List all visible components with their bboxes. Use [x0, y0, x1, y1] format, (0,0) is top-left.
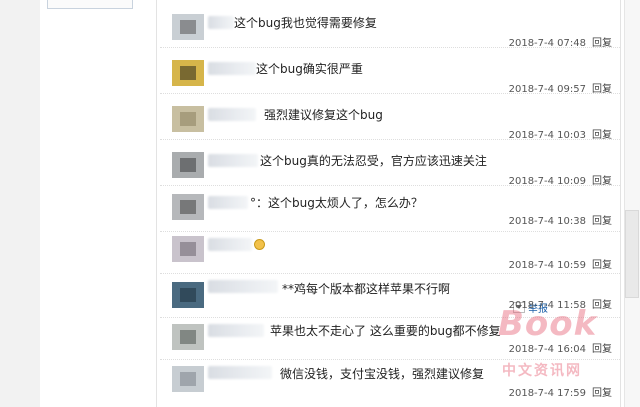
scrollbar-thumb[interactable] — [625, 210, 639, 298]
reply-time: 2018-7-4 10:09 — [508, 176, 586, 187]
reply-time: 2018-7-4 07:48 — [508, 38, 586, 49]
reply-meta: 2018-7-4 11:58 回复 — [509, 300, 612, 312]
reply-button[interactable]: 回复 — [592, 300, 612, 311]
username[interactable] — [208, 196, 248, 209]
reply-meta: 2018-7-4 16:04 回复 — [509, 344, 612, 356]
reply-content: 强烈建议修复这个bug — [264, 108, 383, 122]
avatar[interactable] — [172, 106, 204, 132]
reply-item: 这个bug确实很严重 2018-7-4 09:57 回复 — [160, 50, 620, 96]
reply-meta: 2018-7-4 17:59 回复 — [509, 388, 612, 400]
avatar[interactable] — [172, 236, 204, 262]
reply-item: 苹果也太不走心了 这么重要的bug都不修复 2018-7-4 16:04 回复 — [160, 316, 620, 360]
reply-meta: 2018-7-4 10:38 回复 — [509, 216, 612, 228]
reply-item: °：这个bug太烦人了，怎么办？ 2018-7-4 10:38 回复 — [160, 188, 620, 232]
reply-item: 2018-7-4 10:59 回复 — [160, 230, 620, 274]
reply-time: 2018-7-4 10:59 — [508, 260, 586, 271]
reply-meta: 2018-7-4 07:48 回复 — [509, 38, 612, 50]
reply-item: 强烈建议修复这个bug 2018-7-4 10:03 回复 — [160, 96, 620, 142]
reply-time: 2018-7-4 17:59 — [508, 388, 586, 399]
reply-item: **鸡每个版本都这样苹果不行啊 举报 2018-7-4 11:58 回复 — [160, 274, 620, 318]
reply-button[interactable]: 回复 — [592, 344, 612, 355]
reply-item: 这个bug我也觉得需要修复 2018-7-4 07:48 回复 — [160, 4, 620, 50]
header-box — [47, 0, 133, 9]
reply-button[interactable]: 回复 — [592, 388, 612, 399]
avatar[interactable] — [172, 14, 204, 40]
username[interactable] — [208, 108, 256, 121]
reply-button[interactable]: 回复 — [592, 260, 612, 271]
avatar[interactable] — [172, 282, 204, 308]
reply-time: 2018-7-4 11:58 — [508, 300, 586, 311]
reply-time: 2018-7-4 10:38 — [508, 216, 586, 227]
scrollbar-track[interactable] — [624, 0, 640, 407]
reply-content — [254, 238, 265, 252]
reply-button[interactable]: 回复 — [592, 216, 612, 227]
username[interactable] — [208, 366, 272, 379]
reply-button[interactable]: 回复 — [592, 130, 612, 141]
avatar[interactable] — [172, 60, 204, 86]
reply-content: 微信没钱，支付宝没钱，强烈建议修复 — [280, 367, 485, 381]
username[interactable] — [208, 62, 256, 75]
left-panel — [0, 0, 40, 407]
reply-meta: 2018-7-4 10:09 回复 — [509, 176, 612, 188]
reply-button[interactable]: 回复 — [592, 176, 612, 187]
username[interactable] — [208, 238, 252, 251]
reply-content: 这个bug我也觉得需要修复 — [234, 16, 377, 30]
reply-content: **鸡每个版本都这样苹果不行啊 — [282, 282, 451, 296]
username[interactable] — [208, 154, 258, 167]
reply-content: 这个bug确实很严重 — [256, 62, 363, 76]
username[interactable] — [208, 16, 234, 29]
reply-time: 2018-7-4 10:03 — [508, 130, 586, 141]
avatar[interactable] — [172, 152, 204, 178]
reply-time: 2018-7-4 16:04 — [508, 344, 586, 355]
divider-line — [156, 0, 157, 407]
reply-meta: 2018-7-4 09:57 回复 — [509, 84, 612, 96]
reply-item: 微信没钱，支付宝没钱，强烈建议修复 2018-7-4 17:59 回复 — [160, 358, 620, 401]
divider-line — [620, 0, 621, 407]
username[interactable] — [208, 280, 278, 293]
username[interactable] — [208, 324, 264, 337]
reply-content: 这个bug真的无法忍受，官方应该迅速关注 — [260, 154, 487, 168]
reply-content: 苹果也太不走心了 这么重要的bug都不修复 — [270, 324, 501, 338]
avatar[interactable] — [172, 324, 204, 350]
reply-meta: 2018-7-4 10:03 回复 — [509, 130, 612, 142]
reply-button[interactable]: 回复 — [592, 38, 612, 49]
reply-meta: 2018-7-4 10:59 回复 — [509, 260, 612, 272]
smiley-emoji-icon — [254, 239, 265, 250]
reply-time: 2018-7-4 09:57 — [508, 84, 586, 95]
avatar[interactable] — [172, 366, 204, 392]
reply-content: °：这个bug太烦人了，怎么办？ — [250, 196, 423, 210]
reply-button[interactable]: 回复 — [592, 84, 612, 95]
reply-item: 这个bug真的无法忍受，官方应该迅速关注 2018-7-4 10:09 回复 — [160, 142, 620, 188]
avatar[interactable] — [172, 194, 204, 220]
